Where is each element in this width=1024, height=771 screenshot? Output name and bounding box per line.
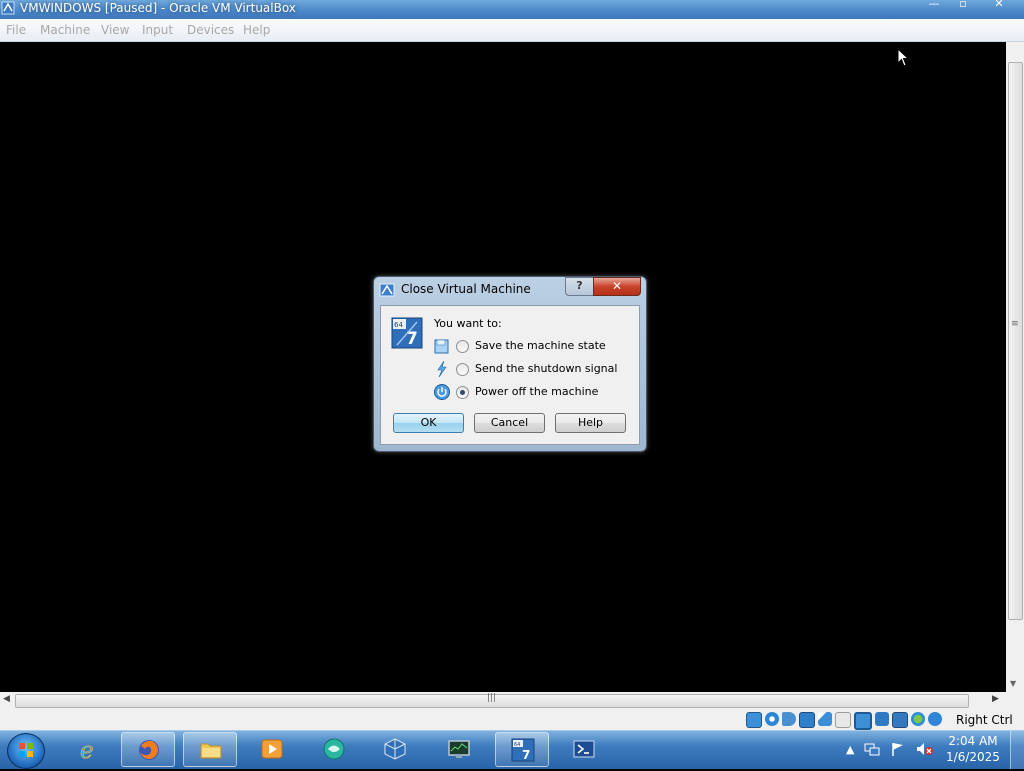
close-vm-dialog: Close Virtual Machine ? ✕ 64 7 You want … — [373, 276, 647, 452]
dialog-prompt: You want to: — [434, 317, 502, 330]
save-state-icon — [434, 339, 449, 354]
folder-icon — [200, 743, 222, 759]
hard-disk-icon[interactable] — [746, 712, 762, 728]
scroll-grip-icon: ||| — [487, 693, 497, 703]
window-title: VMWINDOWS [Paused] - Oracle VM VirtualBo… — [20, 1, 296, 15]
cancel-button[interactable]: Cancel — [474, 413, 545, 433]
close-window-button[interactable]: ✕ — [986, 0, 1012, 12]
taskbar-system-monitor[interactable] — [432, 732, 486, 767]
clock-date: 1/6/2025 — [946, 750, 1000, 764]
taskbar-app-bubble[interactable] — [307, 732, 361, 767]
power-off-icon — [434, 384, 450, 400]
network-status-icon[interactable] — [864, 741, 880, 757]
guest-additions-icon[interactable] — [892, 712, 908, 728]
minimize-button[interactable]: — — [921, 0, 947, 12]
windows7-64-vm-icon: 64 7 — [511, 738, 535, 762]
virtualbox-manager-icon — [384, 738, 406, 760]
chat-bubble-icon — [323, 738, 345, 760]
show-hidden-icons-arrow-icon[interactable]: ▲ — [846, 743, 854, 756]
display-icon[interactable] — [854, 712, 872, 730]
help-button[interactable]: Help — [555, 413, 626, 433]
dialog-close-button[interactable]: ✕ — [593, 277, 641, 296]
menu-view[interactable]: View — [101, 23, 129, 37]
vertical-scrollbar[interactable]: ≡ ▼ — [1006, 42, 1024, 692]
system-tray: ▲ — [846, 741, 934, 757]
save-state-label: Save the machine state — [475, 339, 606, 352]
show-desktop-button[interactable] — [1010, 731, 1024, 769]
powershell-icon — [573, 740, 595, 758]
svg-text:7: 7 — [522, 748, 530, 762]
usb-icon[interactable] — [818, 712, 832, 726]
shutdown-signal-radio[interactable] — [456, 363, 469, 376]
cpu-icon[interactable] — [911, 712, 925, 726]
virtualbox-icon — [379, 283, 395, 297]
maximize-button[interactable]: ▫ — [950, 0, 976, 12]
internet-explorer-icon: e — [80, 738, 94, 761]
svg-text:e: e — [80, 738, 94, 761]
audio-icon[interactable] — [782, 712, 796, 726]
horizontal-scrollbar[interactable]: ◀ ||| ▶ — [0, 692, 1024, 709]
windows7-64-vm-icon: 64 7 — [391, 317, 423, 349]
svg-text:64: 64 — [514, 742, 520, 748]
dialog-body: 64 7 You want to: Save the machine state… — [380, 305, 640, 445]
taskbar-virtualbox[interactable] — [368, 732, 422, 767]
menu-file[interactable]: File — [6, 23, 26, 37]
scroll-down-arrow-icon[interactable]: ▼ — [1010, 679, 1016, 688]
start-button[interactable] — [7, 733, 45, 769]
optical-drive-icon[interactable] — [765, 712, 779, 726]
mouse-cursor-icon — [897, 48, 909, 67]
taskbar-powershell[interactable] — [557, 732, 611, 767]
menu-help[interactable]: Help — [243, 23, 270, 37]
dialog-help-title-button[interactable]: ? — [565, 277, 594, 296]
scroll-left-arrow-icon[interactable]: ◀ — [3, 694, 10, 704]
menu-devices[interactable]: Devices — [187, 23, 234, 37]
shared-folders-icon[interactable] — [835, 712, 851, 728]
clock[interactable]: 2:04 AM 1/6/2025 — [942, 733, 1004, 765]
power-off-label: Power off the machine — [475, 385, 599, 398]
power-off-radio[interactable] — [456, 386, 469, 399]
video-capture-icon[interactable] — [875, 712, 889, 726]
taskbar: e 64 7 ▲ 2:04 AM 1/6/2025 — [0, 730, 1024, 769]
taskbar-vm-windows7[interactable]: 64 7 — [495, 732, 549, 767]
shutdown-signal-label: Send the shutdown signal — [475, 362, 618, 375]
ok-button[interactable]: OK — [393, 413, 464, 433]
vm-status-bar: Right Ctrl — [0, 709, 1024, 730]
host-key-label[interactable]: Right Ctrl — [956, 713, 1013, 727]
firefox-icon — [139, 740, 159, 760]
windows-logo-icon — [19, 743, 33, 757]
shutdown-signal-icon — [437, 361, 447, 377]
media-player-icon — [261, 739, 283, 759]
virtualbox-icon — [1, 1, 15, 15]
vertical-scroll-thumb[interactable] — [1008, 62, 1023, 620]
dialog-title: Close Virtual Machine — [401, 282, 531, 296]
monitor-icon — [448, 740, 470, 758]
taskbar-media-player[interactable] — [245, 732, 299, 767]
taskbar-internet-explorer[interactable]: e — [63, 732, 117, 767]
scroll-right-arrow-icon[interactable]: ▶ — [992, 694, 999, 704]
window-title-bar[interactable]: VMWINDOWS [Paused] - Oracle VM VirtualBo… — [0, 0, 1024, 19]
network-icon[interactable] — [799, 712, 815, 728]
menu-bar: File Machine View Input Devices Help — [0, 19, 1024, 42]
save-state-radio[interactable] — [456, 340, 469, 353]
scroll-grip-icon: ≡ — [1011, 319, 1019, 329]
action-center-flag-icon[interactable] — [890, 741, 906, 757]
volume-muted-icon[interactable] — [916, 741, 934, 757]
taskbar-file-explorer[interactable] — [183, 732, 237, 767]
taskbar-firefox[interactable] — [121, 732, 175, 767]
menu-machine[interactable]: Machine — [40, 23, 90, 37]
svg-text:64: 64 — [394, 321, 403, 329]
clock-time: 2:04 AM — [948, 734, 998, 748]
menu-input[interactable]: Input — [142, 23, 173, 37]
mouse-integration-icon[interactable] — [928, 712, 942, 726]
